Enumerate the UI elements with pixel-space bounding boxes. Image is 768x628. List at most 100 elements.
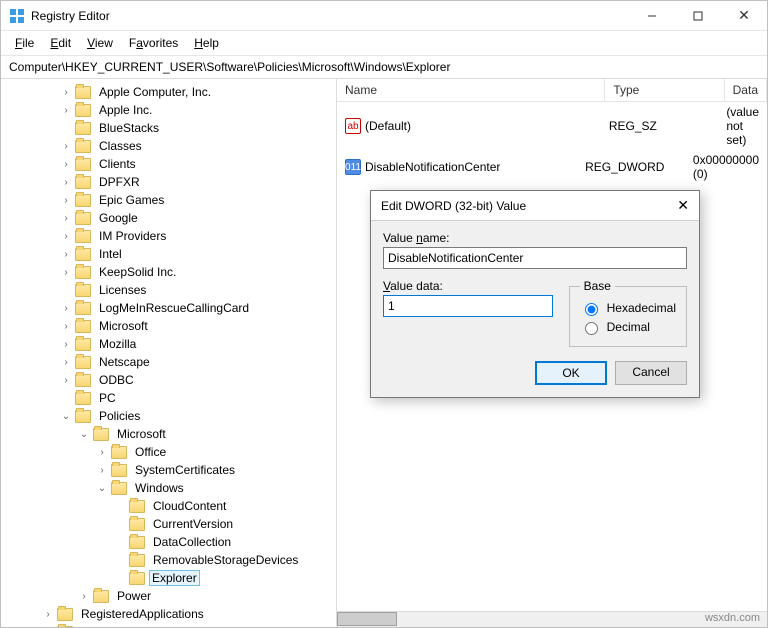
tree-node[interactable]: › KeepSolid Inc. [59, 263, 336, 281]
chevron-down-icon[interactable]: ⌄ [77, 427, 91, 441]
tree-node[interactable]: › LogMeInRescueCallingCard [59, 299, 336, 317]
radio-dec[interactable]: Decimal [580, 319, 676, 335]
menu-bar: File Edit View Favorites Help [1, 31, 767, 56]
tree-node[interactable]: ›Netscape [59, 353, 336, 371]
tree-node[interactable]: ›Classes [59, 137, 336, 155]
chevron-right-icon[interactable]: › [59, 337, 73, 351]
chevron-right-icon[interactable]: › [41, 625, 55, 627]
tree-node[interactable]: ›Explorer [113, 569, 336, 587]
folder-icon [129, 500, 145, 513]
chevron-right-icon[interactable]: › [77, 589, 91, 603]
chevron-right-icon[interactable]: › [59, 157, 73, 171]
tree-node[interactable]: ›RemovableStorageDevices [113, 551, 336, 569]
menu-file[interactable]: File [7, 33, 42, 53]
chevron-right-icon[interactable]: › [59, 355, 73, 369]
chevron-right-icon[interactable]: › [59, 247, 73, 261]
address-bar[interactable]: Computer\HKEY_CURRENT_USER\Software\Poli… [1, 56, 767, 79]
chevron-right-icon[interactable]: › [59, 373, 73, 387]
chevron-right-icon[interactable]: › [59, 301, 73, 315]
chevron-right-icon[interactable]: › [95, 445, 109, 459]
tree-pane[interactable]: › Apple Computer, Inc.›Apple Inc.›BlueSta… [1, 79, 337, 627]
folder-icon [75, 194, 91, 207]
menu-favorites[interactable]: Favorites [121, 33, 186, 53]
chevron-down-icon[interactable]: ⌄ [59, 409, 73, 423]
col-name[interactable]: Name [337, 79, 605, 101]
radio-dec-input[interactable] [585, 322, 598, 335]
tree-node[interactable]: ›CurrentVersion [113, 515, 336, 533]
tree-node[interactable]: ›RegisteredApplications [41, 605, 336, 623]
tree-label: Seagate [77, 624, 130, 627]
chevron-down-icon[interactable]: ⌄ [95, 481, 109, 495]
tree-node[interactable]: › Power [77, 587, 336, 605]
radio-hex[interactable]: Hexadecimal [580, 300, 676, 316]
tree-node[interactable]: ›Microsoft [59, 317, 336, 335]
chevron-right-icon[interactable]: › [95, 463, 109, 477]
tree-node[interactable]: ›Intel [59, 245, 336, 263]
tree-node[interactable]: ›PC [59, 389, 336, 407]
folder-icon [75, 104, 91, 117]
tree-node[interactable]: ›DPFXR [59, 173, 336, 191]
tree-node[interactable]: › Office [95, 443, 336, 461]
chevron-right-icon[interactable]: › [59, 85, 73, 99]
tree-label: LogMeInRescueCallingCard [95, 300, 253, 316]
tree-node[interactable]: ›SystemCertificates [95, 461, 336, 479]
folder-icon [75, 230, 91, 243]
dialog-titlebar: Edit DWORD (32-bit) Value ✕ [371, 191, 699, 221]
tree-node[interactable]: ⌄Microsoft [77, 425, 336, 443]
tree-node[interactable]: ›Google [59, 209, 336, 227]
tree-label: Apple Computer, Inc. [95, 84, 215, 100]
tree-label: KeepSolid Inc. [95, 264, 180, 280]
chevron-right-icon[interactable]: › [59, 193, 73, 207]
tree-node[interactable]: ⌄Windows [95, 479, 336, 497]
tree-node[interactable]: ›BlueStacks [59, 119, 336, 137]
value-name-label: Value name: [383, 231, 687, 245]
chevron-right-icon[interactable]: › [59, 211, 73, 225]
minimize-button[interactable] [629, 1, 675, 31]
chevron-right-icon[interactable]: › [59, 319, 73, 333]
folder-icon [57, 608, 73, 621]
value-data-input[interactable] [383, 295, 553, 317]
tree-node[interactable]: ›Licenses [59, 281, 336, 299]
radio-hex-input[interactable] [585, 303, 598, 316]
tree-node[interactable]: › Seagate [41, 623, 336, 627]
value-row[interactable]: 011DisableNotificationCenterREG_DWORD0x0… [337, 150, 767, 184]
scrollbar-thumb[interactable] [337, 612, 397, 626]
tree-node[interactable]: ⌄Policies [59, 407, 336, 425]
folder-icon [93, 428, 109, 441]
horizontal-scrollbar[interactable] [337, 611, 767, 627]
tree-node[interactable]: › ODBC [59, 371, 336, 389]
tree-node[interactable]: ›CloudContent [113, 497, 336, 515]
cancel-button[interactable]: Cancel [615, 361, 687, 385]
tree-label: Office [131, 444, 170, 460]
tree-label: Power [113, 588, 155, 604]
value-name: DisableNotificationCenter [365, 160, 500, 174]
tree-node[interactable]: ›Apple Inc. [59, 101, 336, 119]
value-name-input[interactable] [383, 247, 687, 269]
chevron-right-icon[interactable]: › [59, 265, 73, 279]
col-type[interactable]: Type [605, 79, 724, 101]
chevron-right-icon[interactable]: › [59, 103, 73, 117]
chevron-right-icon[interactable]: › [41, 607, 55, 621]
tree-node[interactable]: ›Epic Games [59, 191, 336, 209]
maximize-button[interactable] [675, 1, 721, 31]
tree-label: ODBC [95, 372, 138, 388]
close-button[interactable]: ✕ [721, 1, 767, 31]
tree-node[interactable]: ›DataCollection [113, 533, 336, 551]
reg-dword-icon: 011 [345, 159, 361, 175]
tree-node[interactable]: ›Clients [59, 155, 336, 173]
chevron-right-icon[interactable]: › [59, 139, 73, 153]
titlebar: Registry Editor ✕ [1, 1, 767, 31]
col-data[interactable]: Data [725, 79, 767, 101]
value-row[interactable]: ab(Default)REG_SZ(value not set) [337, 102, 767, 150]
menu-view[interactable]: View [79, 33, 121, 53]
menu-help[interactable]: Help [186, 33, 227, 53]
tree-node[interactable]: ›Mozilla [59, 335, 336, 353]
ok-button[interactable]: OK [535, 361, 607, 385]
chevron-right-icon[interactable]: › [59, 229, 73, 243]
tree-node[interactable]: › Apple Computer, Inc. [59, 83, 336, 101]
dialog-close-button[interactable]: ✕ [677, 197, 689, 214]
value-name: (Default) [365, 119, 411, 133]
menu-edit[interactable]: Edit [42, 33, 79, 53]
tree-node[interactable]: ›IM Providers [59, 227, 336, 245]
chevron-right-icon[interactable]: › [59, 175, 73, 189]
